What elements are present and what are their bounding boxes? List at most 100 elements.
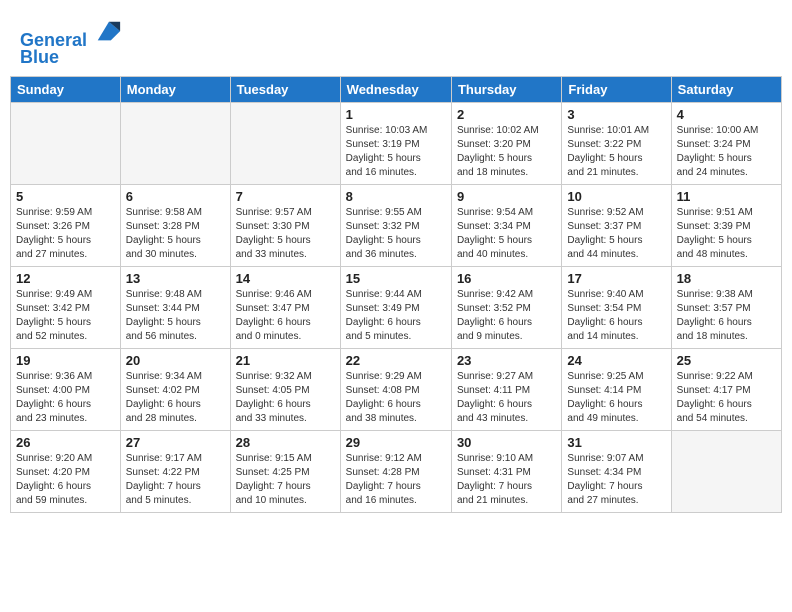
calendar-cell: 18 Sunrise: 9:38 AM Sunset: 3:57 PM Dayli… bbox=[671, 266, 781, 348]
day-info: Sunrise: 9:34 AM Sunset: 4:02 PM Dayligh… bbox=[126, 370, 225, 426]
logo-icon bbox=[94, 18, 122, 46]
weekday-header-wednesday: Wednesday bbox=[340, 76, 451, 102]
day-number: 13 bbox=[126, 271, 225, 286]
calendar-cell: 25 Sunrise: 9:22 AM Sunset: 4:17 PM Dayli… bbox=[671, 348, 781, 430]
day-number: 5 bbox=[16, 189, 115, 204]
day-number: 1 bbox=[346, 107, 446, 122]
weekday-header-tuesday: Tuesday bbox=[230, 76, 340, 102]
calendar-cell: 21 Sunrise: 9:32 AM Sunset: 4:05 PM Dayli… bbox=[230, 348, 340, 430]
weekday-header-sunday: Sunday bbox=[11, 76, 121, 102]
day-info: Sunrise: 10:00 AM Sunset: 3:24 PM Daylig… bbox=[677, 124, 776, 180]
day-number: 2 bbox=[457, 107, 556, 122]
day-number: 23 bbox=[457, 353, 556, 368]
day-info: Sunrise: 9:36 AM Sunset: 4:00 PM Dayligh… bbox=[16, 370, 115, 426]
day-info: Sunrise: 9:27 AM Sunset: 4:11 PM Dayligh… bbox=[457, 370, 556, 426]
day-info: Sunrise: 9:29 AM Sunset: 4:08 PM Dayligh… bbox=[346, 370, 446, 426]
day-info: Sunrise: 9:38 AM Sunset: 3:57 PM Dayligh… bbox=[677, 288, 776, 344]
calendar-cell: 20 Sunrise: 9:34 AM Sunset: 4:02 PM Dayli… bbox=[120, 348, 230, 430]
day-number: 4 bbox=[677, 107, 776, 122]
logo-text: General bbox=[20, 18, 122, 51]
day-info: Sunrise: 10:01 AM Sunset: 3:22 PM Daylig… bbox=[567, 124, 665, 180]
calendar-cell: 15 Sunrise: 9:44 AM Sunset: 3:49 PM Dayli… bbox=[340, 266, 451, 348]
calendar-cell: 1 Sunrise: 10:03 AM Sunset: 3:19 PM Dayli… bbox=[340, 102, 451, 184]
day-info: Sunrise: 10:03 AM Sunset: 3:19 PM Daylig… bbox=[346, 124, 446, 180]
day-info: Sunrise: 9:46 AM Sunset: 3:47 PM Dayligh… bbox=[236, 288, 335, 344]
calendar-cell: 3 Sunrise: 10:01 AM Sunset: 3:22 PM Dayli… bbox=[562, 102, 671, 184]
calendar-cell: 12 Sunrise: 9:49 AM Sunset: 3:42 PM Dayli… bbox=[11, 266, 121, 348]
day-info: Sunrise: 9:55 AM Sunset: 3:32 PM Dayligh… bbox=[346, 206, 446, 262]
calendar-cell bbox=[120, 102, 230, 184]
day-info: Sunrise: 9:17 AM Sunset: 4:22 PM Dayligh… bbox=[126, 452, 225, 508]
day-info: Sunrise: 9:15 AM Sunset: 4:25 PM Dayligh… bbox=[236, 452, 335, 508]
calendar-cell: 9 Sunrise: 9:54 AM Sunset: 3:34 PM Daylig… bbox=[451, 184, 561, 266]
calendar-cell: 19 Sunrise: 9:36 AM Sunset: 4:00 PM Dayli… bbox=[11, 348, 121, 430]
day-number: 17 bbox=[567, 271, 665, 286]
calendar-cell bbox=[11, 102, 121, 184]
day-number: 21 bbox=[236, 353, 335, 368]
day-info: Sunrise: 9:54 AM Sunset: 3:34 PM Dayligh… bbox=[457, 206, 556, 262]
day-number: 20 bbox=[126, 353, 225, 368]
day-info: Sunrise: 9:10 AM Sunset: 4:31 PM Dayligh… bbox=[457, 452, 556, 508]
calendar-cell: 14Sunrise: 9:46 AM Sunset: 3:47 PM Dayli… bbox=[230, 266, 340, 348]
calendar-cell: 5 Sunrise: 9:59 AM Sunset: 3:26 PM Daylig… bbox=[11, 184, 121, 266]
calendar-cell: 4 Sunrise: 10:00 AM Sunset: 3:24 PM Dayli… bbox=[671, 102, 781, 184]
day-number: 7 bbox=[236, 189, 335, 204]
day-number: 8 bbox=[346, 189, 446, 204]
day-number: 27 bbox=[126, 435, 225, 450]
day-info: Sunrise: 9:40 AM Sunset: 3:54 PM Dayligh… bbox=[567, 288, 665, 344]
calendar-cell: 17 Sunrise: 9:40 AM Sunset: 3:54 PM Dayli… bbox=[562, 266, 671, 348]
day-info: Sunrise: 9:49 AM Sunset: 3:42 PM Dayligh… bbox=[16, 288, 115, 344]
logo: General Blue bbox=[20, 18, 122, 68]
day-number: 3 bbox=[567, 107, 665, 122]
calendar-cell: 16 Sunrise: 9:42 AM Sunset: 3:52 PM Dayli… bbox=[451, 266, 561, 348]
day-number: 31 bbox=[567, 435, 665, 450]
day-info: Sunrise: 9:32 AM Sunset: 4:05 PM Dayligh… bbox=[236, 370, 335, 426]
day-info: Sunrise: 9:20 AM Sunset: 4:20 PM Dayligh… bbox=[16, 452, 115, 508]
day-number: 11 bbox=[677, 189, 776, 204]
day-info: Sunrise: 9:12 AM Sunset: 4:28 PM Dayligh… bbox=[346, 452, 446, 508]
calendar-week-5: 26 Sunrise: 9:20 AM Sunset: 4:20 PM Dayli… bbox=[11, 430, 782, 512]
day-info: Sunrise: 9:07 AM Sunset: 4:34 PM Dayligh… bbox=[567, 452, 665, 508]
day-info: Sunrise: 9:44 AM Sunset: 3:49 PM Dayligh… bbox=[346, 288, 446, 344]
day-number: 24 bbox=[567, 353, 665, 368]
calendar-table: SundayMondayTuesdayWednesdayThursdayFrid… bbox=[10, 76, 782, 513]
day-number: 16 bbox=[457, 271, 556, 286]
day-info: Sunrise: 9:48 AM Sunset: 3:44 PM Dayligh… bbox=[126, 288, 225, 344]
calendar-cell bbox=[230, 102, 340, 184]
calendar-cell: 7 Sunrise: 9:57 AM Sunset: 3:30 PM Daylig… bbox=[230, 184, 340, 266]
weekday-header-monday: Monday bbox=[120, 76, 230, 102]
day-number: 12 bbox=[16, 271, 115, 286]
day-info: Sunrise: 9:59 AM Sunset: 3:26 PM Dayligh… bbox=[16, 206, 115, 262]
calendar-cell: 22 Sunrise: 9:29 AM Sunset: 4:08 PM Dayli… bbox=[340, 348, 451, 430]
day-number: 15 bbox=[346, 271, 446, 286]
day-info: Sunrise: 9:58 AM Sunset: 3:28 PM Dayligh… bbox=[126, 206, 225, 262]
calendar-cell: 2 Sunrise: 10:02 AM Sunset: 3:20 PM Dayli… bbox=[451, 102, 561, 184]
day-number: 19 bbox=[16, 353, 115, 368]
calendar-cell bbox=[671, 430, 781, 512]
page-header: General Blue bbox=[10, 10, 782, 72]
day-number: 26 bbox=[16, 435, 115, 450]
calendar-week-2: 5 Sunrise: 9:59 AM Sunset: 3:26 PM Daylig… bbox=[11, 184, 782, 266]
day-number: 18 bbox=[677, 271, 776, 286]
calendar-cell: 6Sunrise: 9:58 AM Sunset: 3:28 PM Daylig… bbox=[120, 184, 230, 266]
day-info: Sunrise: 9:25 AM Sunset: 4:14 PM Dayligh… bbox=[567, 370, 665, 426]
day-number: 10 bbox=[567, 189, 665, 204]
day-number: 9 bbox=[457, 189, 556, 204]
day-info: Sunrise: 9:22 AM Sunset: 4:17 PM Dayligh… bbox=[677, 370, 776, 426]
day-info: Sunrise: 9:57 AM Sunset: 3:30 PM Dayligh… bbox=[236, 206, 335, 262]
calendar-cell: 30Sunrise: 9:10 AM Sunset: 4:31 PM Dayli… bbox=[451, 430, 561, 512]
calendar-cell: 10Sunrise: 9:52 AM Sunset: 3:37 PM Dayli… bbox=[562, 184, 671, 266]
weekday-header-friday: Friday bbox=[562, 76, 671, 102]
calendar-week-4: 19 Sunrise: 9:36 AM Sunset: 4:00 PM Dayli… bbox=[11, 348, 782, 430]
day-info: Sunrise: 9:42 AM Sunset: 3:52 PM Dayligh… bbox=[457, 288, 556, 344]
day-info: Sunrise: 10:02 AM Sunset: 3:20 PM Daylig… bbox=[457, 124, 556, 180]
calendar-cell: 28Sunrise: 9:15 AM Sunset: 4:25 PM Dayli… bbox=[230, 430, 340, 512]
calendar-header-row: SundayMondayTuesdayWednesdayThursdayFrid… bbox=[11, 76, 782, 102]
day-number: 29 bbox=[346, 435, 446, 450]
calendar-cell: 13 Sunrise: 9:48 AM Sunset: 3:44 PM Dayli… bbox=[120, 266, 230, 348]
calendar-cell: 29 Sunrise: 9:12 AM Sunset: 4:28 PM Dayli… bbox=[340, 430, 451, 512]
day-number: 22 bbox=[346, 353, 446, 368]
calendar-cell: 31 Sunrise: 9:07 AM Sunset: 4:34 PM Dayli… bbox=[562, 430, 671, 512]
weekday-header-saturday: Saturday bbox=[671, 76, 781, 102]
day-number: 25 bbox=[677, 353, 776, 368]
